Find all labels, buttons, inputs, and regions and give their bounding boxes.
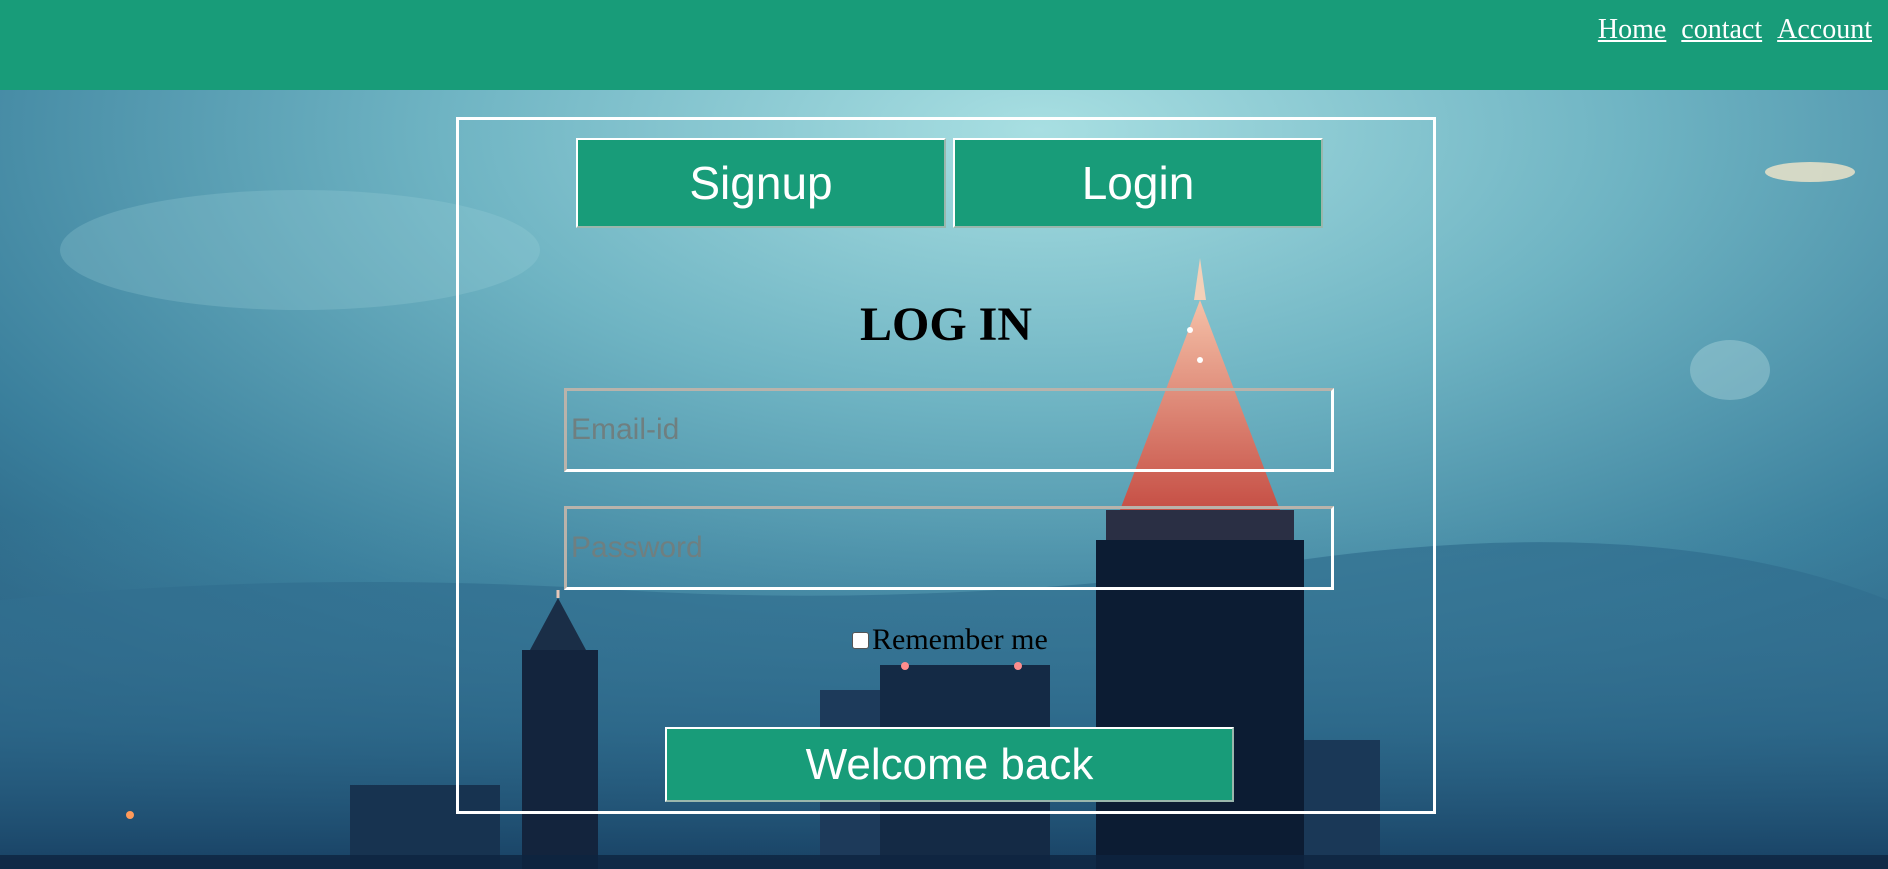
top-navigation-bar: Home contact Account <box>0 0 1888 90</box>
nav-link-account[interactable]: Account <box>1777 14 1872 46</box>
nav-links: Home contact Account <box>1598 14 1872 46</box>
nav-link-home[interactable]: Home <box>1598 14 1666 46</box>
login-card: Signup Login LOG IN Remember me Welcome … <box>456 117 1436 814</box>
form-title: LOG IN <box>859 298 1033 351</box>
signup-tab-button[interactable]: Signup <box>576 138 946 228</box>
email-field[interactable] <box>564 388 1334 472</box>
remember-me-checkbox[interactable] <box>852 631 869 649</box>
password-field[interactable] <box>564 506 1334 590</box>
remember-me-label: Remember me <box>872 623 1048 656</box>
remember-me-row: Remember me <box>852 623 1048 657</box>
login-tab-button[interactable]: Login <box>953 138 1323 228</box>
nav-link-contact[interactable]: contact <box>1681 14 1762 46</box>
welcome-back-button[interactable]: Welcome back <box>665 727 1234 802</box>
